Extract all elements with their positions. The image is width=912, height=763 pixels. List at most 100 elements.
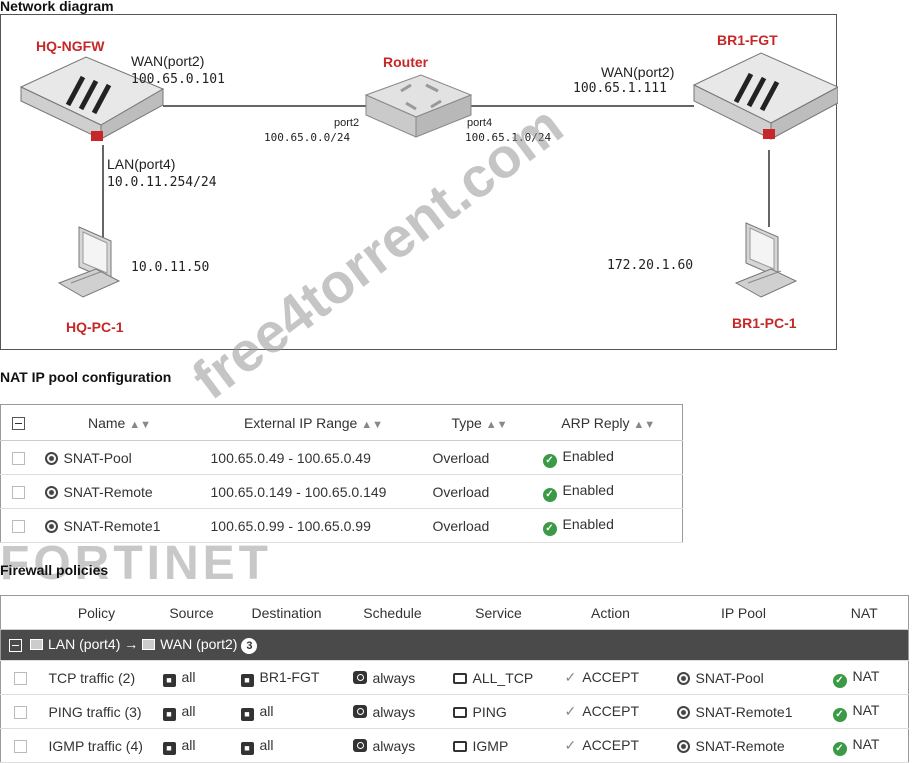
firewall-policies-title: Firewall policies [0, 562, 109, 578]
check-circle-icon: ✓ [542, 487, 557, 502]
br1-fgt-device-icon [692, 52, 838, 140]
check-circle-icon: ✓ [542, 521, 557, 536]
sort-icon[interactable]: ▲▼ [129, 419, 151, 431]
pool-arp: Enabled [562, 447, 614, 464]
address-icon: ■ [162, 741, 176, 755]
check-icon: ✓ [564, 669, 577, 685]
address-icon: ■ [162, 673, 176, 687]
pool-name: SNAT-Remote [63, 483, 153, 500]
policy-source: all [181, 702, 196, 719]
col-destination[interactable]: Destination [230, 595, 343, 630]
router-port2-net: 100.65.0.0/24 [264, 131, 351, 144]
sort-icon[interactable]: ▲▼ [633, 419, 655, 431]
br1-pc-device-icon [734, 222, 798, 298]
collapse-icon[interactable] [12, 417, 26, 431]
policy-schedule: always [372, 737, 416, 754]
check-icon: ✓ [564, 703, 577, 719]
nat-pool-title: NAT IP pool configuration [0, 369, 172, 385]
row-checkbox[interactable] [14, 706, 28, 720]
row-checkbox[interactable] [12, 486, 26, 500]
col-range[interactable]: External IP Range ▲▼ [202, 404, 425, 441]
col-arp-label: ARP Reply [561, 414, 630, 431]
table-row[interactable]: SNAT-Remote 100.65.0.149 - 100.65.0.149 … [0, 474, 683, 509]
col-policy[interactable]: Policy [40, 595, 153, 630]
schedule-icon [352, 738, 367, 752]
col-source[interactable]: Source [152, 595, 231, 630]
col-action[interactable]: Action [554, 595, 667, 630]
policy-count-badge: 3 [241, 638, 258, 654]
br1-wan-label: WAN(port2) [601, 64, 675, 80]
hq-pc-name: HQ-PC-1 [66, 319, 124, 335]
col-arp[interactable]: ARP Reply ▲▼ [534, 404, 683, 441]
hq-lan-label: LAN(port4) [107, 156, 176, 172]
row-checkbox[interactable] [14, 672, 28, 686]
col-type-label: Type [451, 414, 482, 431]
pool-name: SNAT-Remote1 [63, 517, 161, 534]
policy-nat: NAT [852, 735, 880, 752]
col-service[interactable]: Service [442, 595, 555, 630]
col-nat[interactable]: NAT [820, 595, 909, 630]
policy-action: ACCEPT [582, 737, 640, 753]
pool-type: Overload [424, 508, 535, 543]
sort-icon[interactable]: ▲▼ [486, 419, 508, 431]
table-row[interactable]: SNAT-Pool 100.65.0.49 - 100.65.0.49 Over… [0, 440, 683, 475]
check-circle-icon: ✓ [832, 741, 847, 756]
pool-type: Overload [424, 474, 535, 509]
col-ip-pool[interactable]: IP Pool [666, 595, 821, 630]
policy-destination: all [259, 702, 274, 719]
hq-lan-ip: 10.0.11.254/24 [107, 175, 217, 190]
col-type[interactable]: Type ▲▼ [424, 404, 535, 441]
table-row[interactable]: IGMP traffic (4) ■ all ■ all always IGMP ✓… [0, 728, 909, 763]
policy-schedule: always [372, 703, 416, 720]
policy-destination: BR1-FGT [259, 668, 320, 685]
policy-nat: NAT [852, 701, 880, 718]
policy-pool: SNAT-Pool [695, 669, 764, 686]
group-from: LAN (port4) [48, 636, 121, 652]
hq-ngfw-name: HQ-NGFW [36, 38, 105, 54]
col-select [0, 595, 41, 630]
col-schedule[interactable]: Schedule [342, 595, 443, 630]
hq-pc-device-icon [57, 226, 121, 298]
router-name: Router [383, 54, 429, 70]
ip-pool-icon [44, 451, 58, 465]
policy-header-row: Policy Source Destination Schedule Servi… [0, 595, 909, 630]
sort-icon[interactable]: ▲▼ [361, 419, 383, 431]
br1-fgt-name: BR1-FGT [717, 32, 778, 48]
network-diagram-title: Network diagram [0, 0, 114, 14]
policy-group-row[interactable]: LAN (port4) → WAN (port2) 3 [0, 629, 909, 661]
router-device-icon [364, 74, 473, 138]
pool-range: 100.65.0.149 - 100.65.0.149 [202, 474, 425, 509]
group-to: WAN (port2) [160, 636, 238, 652]
col-name-label: Name [87, 414, 126, 431]
schedule-icon [352, 670, 367, 684]
pool-arp: Enabled [562, 481, 614, 498]
collapse-icon[interactable] [9, 638, 22, 652]
col-range-label: External IP Range [243, 414, 358, 431]
ip-pool-icon [676, 671, 690, 685]
nat-pool-table: Name ▲▼ External IP Range ▲▼ Type ▲▼ ARP… [0, 404, 683, 543]
table-row[interactable]: TCP traffic (2) ■ all ■ BR1-FGT always ALL… [0, 660, 909, 695]
br1-pc-ip: 172.20.1.60 [607, 258, 694, 273]
address-icon: ■ [240, 741, 254, 755]
row-checkbox[interactable] [14, 740, 28, 754]
policy-service: IGMP [472, 737, 509, 754]
pool-range: 100.65.0.49 - 100.65.0.49 [202, 440, 425, 475]
policy-name: TCP traffic (2) [40, 660, 153, 695]
schedule-icon [352, 704, 367, 718]
policy-name: IGMP traffic (4) [40, 728, 153, 763]
row-checkbox[interactable] [12, 452, 26, 466]
select-all-toggle[interactable] [0, 404, 37, 441]
hq-wan-ip: 100.65.0.101 [131, 72, 225, 87]
policy-source: all [181, 736, 196, 753]
row-checkbox[interactable] [12, 520, 26, 534]
table-row[interactable]: PING traffic (3) ■ all ■ all always PING ✓… [0, 694, 909, 729]
check-icon: ✓ [564, 737, 577, 753]
br1-wan-ip: 100.65.1.111 [573, 81, 667, 96]
hq-pc-ip: 10.0.11.50 [131, 260, 210, 275]
ip-pool-icon [676, 705, 690, 719]
policy-schedule: always [372, 669, 416, 686]
policy-service: PING [472, 703, 507, 720]
col-name[interactable]: Name ▲▼ [36, 404, 203, 441]
service-icon [452, 672, 467, 684]
interface-icon [142, 639, 156, 650]
